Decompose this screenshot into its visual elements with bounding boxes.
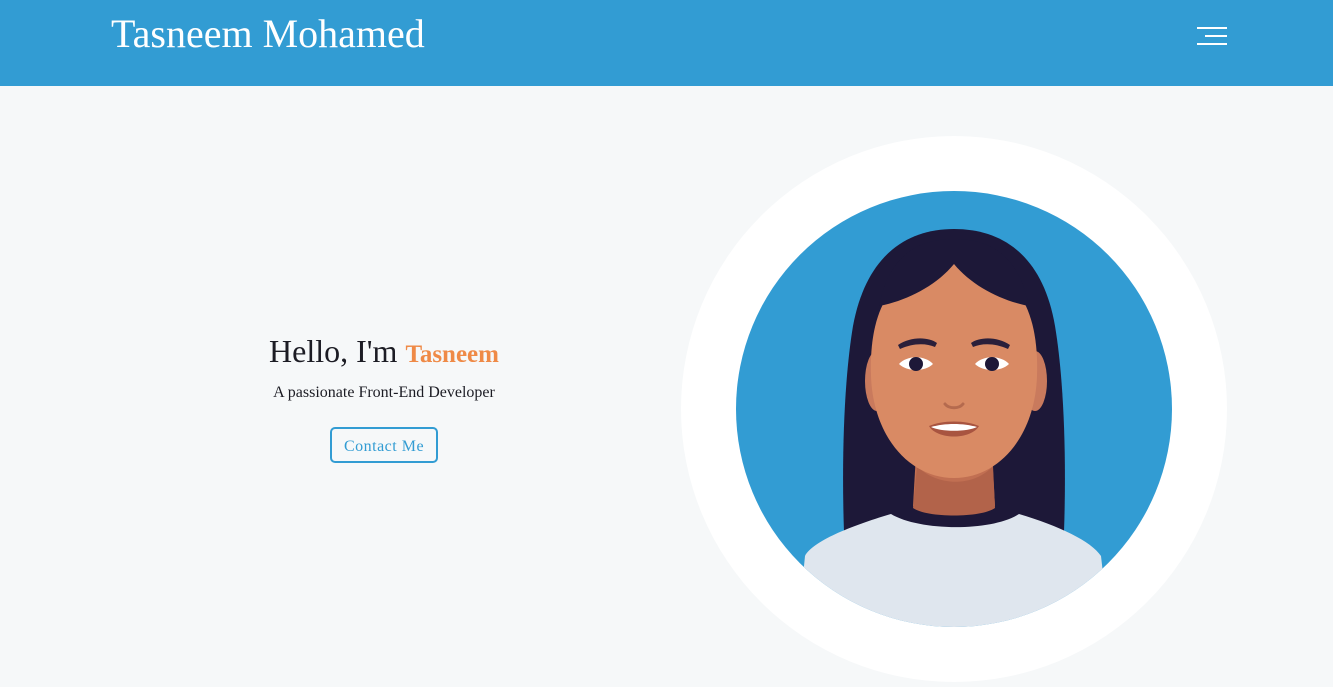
greeting-prefix: Hello, I'm xyxy=(269,333,398,369)
hero-greeting: Hello, I'm Tasneem xyxy=(184,330,584,376)
hamburger-menu-icon[interactable] xyxy=(1192,22,1232,50)
hero-intro: Hello, I'm Tasneem A passionate Front-En… xyxy=(184,330,584,463)
greeting-name: Tasneem xyxy=(405,341,499,368)
avatar-illustration xyxy=(681,136,1227,682)
navbar: Tasneem Mohamed xyxy=(0,0,1333,86)
menu-bar-top xyxy=(1197,27,1227,29)
contact-me-button[interactable]: Contact Me xyxy=(329,427,439,463)
menu-bar-bottom xyxy=(1197,43,1227,45)
hero-tagline: A passionate Front-End Developer xyxy=(273,384,495,401)
site-brand[interactable]: Tasneem Mohamed xyxy=(111,10,425,58)
woman-avatar-icon xyxy=(681,136,1227,682)
menu-bar-middle xyxy=(1205,35,1227,37)
